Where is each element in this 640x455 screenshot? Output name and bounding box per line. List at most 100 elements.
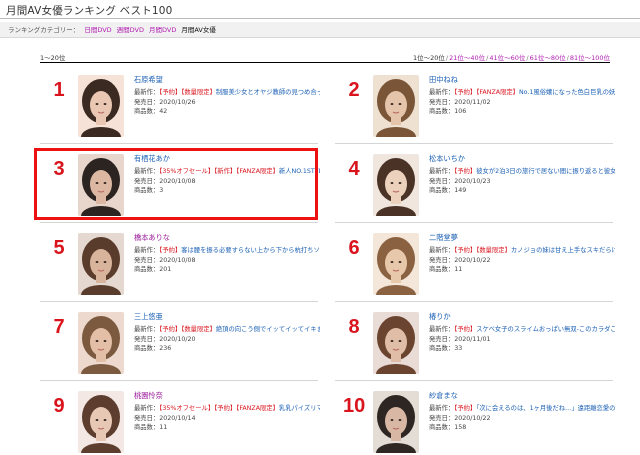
release-date-line: 発売日：2020/11/02: [429, 98, 615, 108]
product-count-line: 商品数：106: [429, 107, 615, 117]
latest-work-title-link[interactable]: 絶頂の向こう側でイッてイッてイキまくる確変オーガズム状態のま…: [216, 326, 320, 333]
latest-work-title-link[interactable]: No.1風俗嬢になった色白巨乳の妖艶娘と3日間無制限射…: [519, 89, 615, 96]
product-count: 42: [159, 108, 168, 115]
actress-info: 松本いちか最新作：【予約】彼女が2泊3日の旅行で居ない間に振り返ると彼女の元カノ…: [429, 154, 615, 196]
latest-work: 最新作：【予約】【FANZA限定】No.1風俗嬢になった色白巨乳の妖艶娘と3日間…: [429, 88, 615, 98]
category-link-daily-dvd[interactable]: 日間DVD: [84, 26, 111, 34]
count-label: 商品数: [134, 108, 153, 115]
latest-work-title-link[interactable]: 客は腰を振る必要すらない上から下から杭打ちソープ嬢 橋本ありな: [181, 247, 320, 254]
latest-work: 最新作：【予約】スケベ女子のスライムおっぱい無双-このカラダこそ私の最強の武器-…: [429, 325, 615, 335]
actress-name-link[interactable]: 二階堂夢: [429, 233, 615, 243]
actress-photo[interactable]: [373, 154, 419, 216]
actress-info: 橋本ありな最新作：【予約】客は腰を振る必要すらない上から下から杭打ちソープ嬢 橋…: [134, 233, 320, 275]
release-date-line: 発売日：2020/10/14: [134, 414, 320, 424]
work-tag: 【数量限定】: [181, 326, 216, 333]
latest-work-title-link[interactable]: スケベ女子のスライムおっぱい無双-このカラダこそ私の最強の武器-椿りか: [476, 326, 615, 333]
latest-label: 最新作: [134, 247, 153, 254]
pager-link-81-100[interactable]: 81位～100位: [570, 54, 610, 62]
row-divider: [40, 380, 318, 381]
pager-separator: /: [486, 54, 489, 62]
category-link-weekly-dvd[interactable]: 週間DVD: [117, 26, 144, 34]
work-tag: 【予約】: [159, 247, 182, 254]
category-bar: ランキングカテゴリー： 日間DVD 週間DVD 月間DVD 月間AV女優: [0, 22, 640, 38]
actress-name-link[interactable]: 橋本ありな: [134, 233, 320, 243]
actress-photo[interactable]: [78, 233, 124, 295]
pager-link-41-60[interactable]: 41位～60位: [489, 54, 525, 62]
count-label: 商品数: [429, 345, 448, 352]
pager-separator: /: [566, 54, 569, 62]
page-title: 月間AV女優ランキング ベスト100: [6, 5, 173, 17]
pager-link-21-40[interactable]: 21位～40位: [449, 54, 485, 62]
actress-name-link[interactable]: 松本いちか: [429, 154, 615, 164]
actress-name-link[interactable]: 桃園怜奈: [134, 391, 320, 401]
actress-info: 二階堂夢最新作：【予約】【数量限定】カノジョの妹は甘え上手なスキだらけ小悪魔 二…: [429, 233, 615, 275]
latest-label: 最新作: [429, 168, 448, 175]
count-label: 商品数: [134, 266, 153, 273]
latest-work: 最新作：【35%オフセール】【予約】【FANZA限定】乳乳パイズリマニアックス …: [134, 404, 320, 414]
pager-current-1-20: 1位～20位: [412, 54, 445, 62]
rank-number: 8: [348, 316, 360, 338]
count-label: 商品数: [134, 424, 153, 431]
latest-label: 最新作: [134, 326, 153, 333]
latest-work: 最新作：【予約】【数量限定】絶頂の向こう側でイッてイッてイキまくる確変オーガズム…: [134, 325, 320, 335]
release-label: 発売日: [429, 177, 448, 185]
actress-name-link[interactable]: 三上悠亜: [134, 312, 320, 322]
product-count-line: 商品数：236: [134, 344, 320, 354]
product-count-line: 商品数：11: [429, 265, 615, 275]
release-date: 2020/10/22: [454, 414, 491, 422]
category-link-monthly-dvd[interactable]: 月間DVD: [149, 26, 176, 34]
rank-number: 1: [53, 79, 65, 101]
count-label: 商品数: [429, 108, 448, 115]
rank-number: 4: [348, 158, 360, 180]
latest-work-title-link[interactable]: カノジョの妹は甘え上手なスキだらけ小悪魔 二階堂夢 パンティ…: [511, 247, 615, 254]
release-date-line: 発売日：2020/10/22: [429, 256, 615, 266]
row-divider: [335, 380, 613, 381]
count-label: 商品数: [429, 424, 448, 431]
work-tag: 【予約】: [159, 326, 182, 333]
actress-photo[interactable]: [78, 312, 124, 374]
work-tag: 【数量限定】: [476, 247, 511, 254]
row-divider: [335, 301, 613, 302]
actress-name-link[interactable]: 田中ねね: [429, 75, 615, 85]
release-label: 発売日: [134, 414, 153, 422]
rank-number: 5: [53, 237, 65, 259]
actress-name-link[interactable]: 石原希望: [134, 75, 320, 85]
pager-link-61-80[interactable]: 61位～80位: [530, 54, 566, 62]
actress-photo[interactable]: [78, 75, 124, 137]
latest-label: 最新作: [429, 247, 448, 254]
actress-photo[interactable]: [373, 233, 419, 295]
product-count: 11: [454, 266, 463, 273]
category-label: ランキングカテゴリー：: [8, 26, 80, 34]
latest-work-title-link[interactable]: 制服美少女とオヤジ教師の見つめ合って絡ませ合う禁断のベロキス…: [216, 89, 320, 96]
pager-separator: /: [526, 54, 529, 62]
actress-info: 椿りか最新作：【予約】スケベ女子のスライムおっぱい無双-このカラダこそ私の最強の…: [429, 312, 615, 354]
range-label: 1～20位: [40, 54, 66, 62]
release-date: 2020/10/20: [159, 335, 196, 343]
actress-name-link[interactable]: 紗倉まな: [429, 391, 615, 401]
actress-name-link[interactable]: 椿りか: [429, 312, 615, 322]
work-tag: 【予約】: [159, 89, 182, 96]
count-label: 商品数: [134, 345, 153, 352]
latest-work: 最新作：【予約】「次に会えるのは、1ヶ月後だね…」遠距離恋愛の彼女と限られた時間…: [429, 404, 615, 414]
release-label: 発売日: [429, 256, 448, 264]
work-tag: 【数量限定】: [181, 89, 216, 96]
latest-work-title-link[interactable]: 乳乳パイズリマニアックス 桃園怜奈…: [279, 405, 320, 412]
pager-divider: [40, 62, 610, 63]
release-date-line: 発売日：2020/10/22: [429, 414, 615, 424]
release-date-line: 発売日：2020/10/26: [134, 98, 320, 108]
row-divider: [40, 222, 318, 223]
release-date: 2020/11/02: [454, 98, 491, 106]
release-date-line: 発売日：2020/10/23: [429, 177, 615, 187]
latest-work-title-link[interactable]: 「次に会えるのは、1ヶ月後だね…」遠距離恋愛の彼女と限られた時間の中で…: [476, 405, 615, 412]
actress-photo[interactable]: [373, 391, 419, 453]
product-count-line: 商品数：11: [134, 423, 320, 433]
release-label: 発売日: [429, 414, 448, 422]
latest-work-title-link[interactable]: 彼女が2泊3日の旅行で居ない間に振り返ると彼女の元カノと3日間ハメまくったイチナ…: [476, 168, 615, 175]
rank-number: 6: [348, 237, 360, 259]
actress-photo[interactable]: [373, 312, 419, 374]
work-tag: 【予約】: [454, 89, 477, 96]
category-current-monthly-actress: 月間AV女優: [181, 26, 216, 34]
product-count: 158: [454, 424, 467, 431]
actress-photo[interactable]: [78, 391, 124, 453]
actress-photo[interactable]: [373, 75, 419, 137]
